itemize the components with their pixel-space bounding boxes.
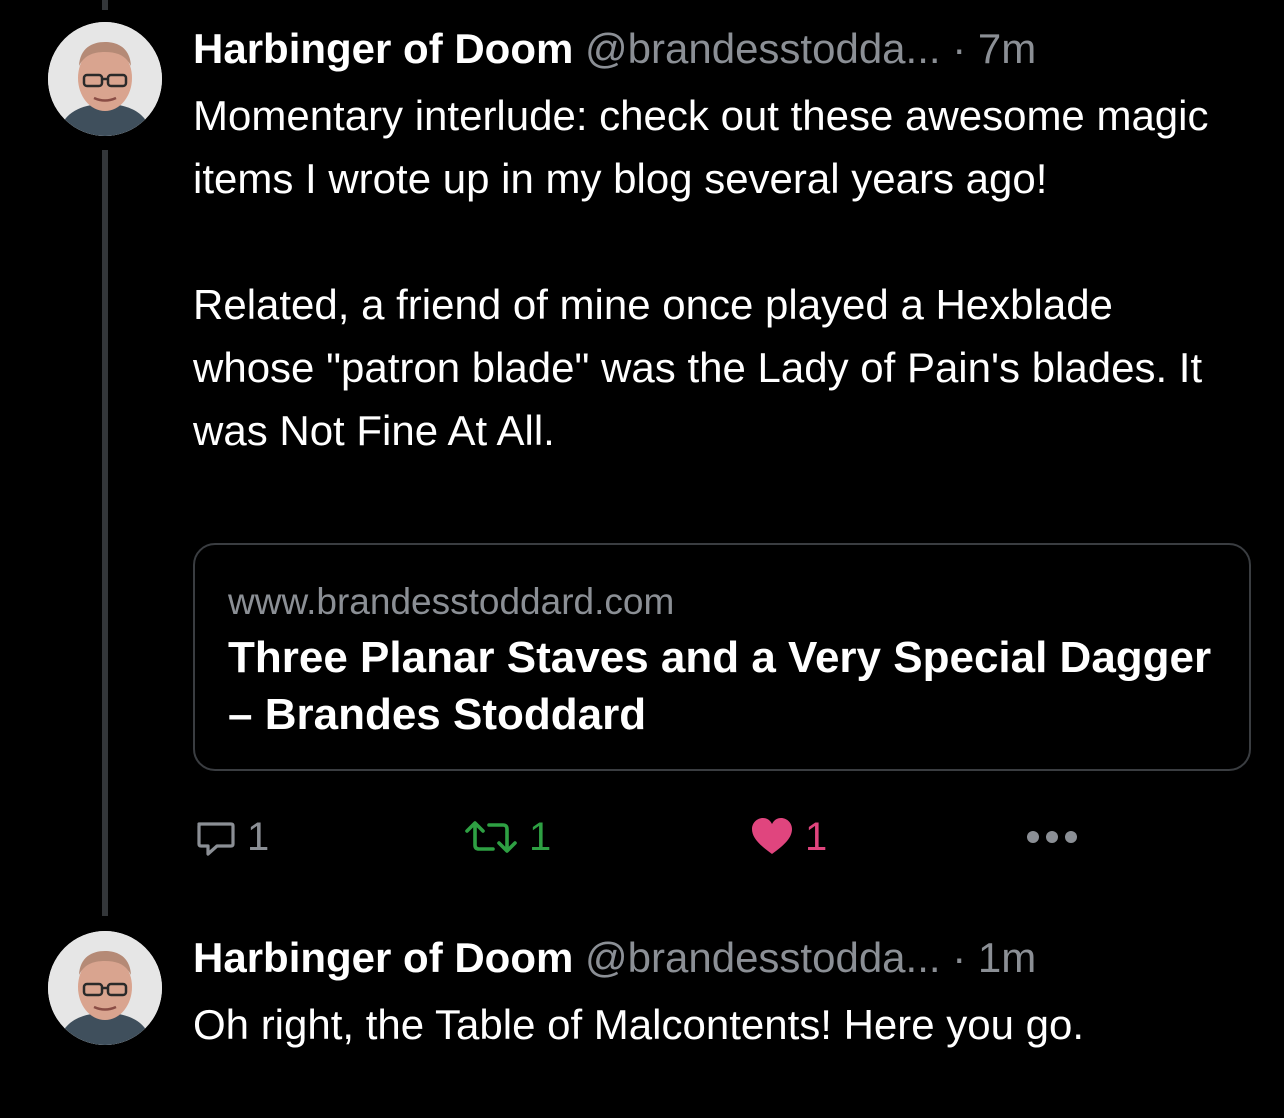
reply-count: 1 — [247, 814, 270, 859]
thread-connector — [102, 150, 108, 916]
avatar[interactable] — [48, 22, 162, 136]
user-portrait-icon — [48, 22, 162, 136]
link-title: Three Planar Staves and a Very Special D… — [228, 633, 1212, 739]
link-domain: www.brandesstoddard.com — [228, 581, 675, 622]
display-name[interactable]: Harbinger of Doom — [193, 25, 573, 72]
separator-dot: · — [952, 25, 967, 72]
heart-icon — [752, 818, 792, 854]
tweet-paragraph: Related, a friend of mine once played a … — [193, 281, 1203, 454]
user-handle[interactable]: @brandesstodda... — [585, 934, 941, 981]
user-handle[interactable]: @brandesstodda... — [585, 25, 941, 72]
tweet-text: Oh right, the Table of Malcontents! Here… — [193, 993, 1233, 1056]
tweet-header: Harbinger of Doom @brandesstodda... · 1m — [193, 931, 1263, 985]
like-button[interactable]: 1 — [749, 812, 827, 862]
timestamp[interactable]: 1m — [978, 934, 1036, 981]
reply-button[interactable]: 1 — [193, 812, 269, 862]
thread-connector-top — [102, 0, 108, 10]
tweet-paragraph: Oh right, the Table of Malcontents! Here… — [193, 1001, 1085, 1048]
tweet-header: Harbinger of Doom @brandesstodda... · 7m — [193, 22, 1263, 76]
more-options-button[interactable] — [1025, 812, 1079, 862]
retweet-count: 1 — [529, 814, 552, 859]
tweet-actions: 1 1 1 — [193, 812, 1193, 862]
tweet-paragraph: Momentary interlude: check out these awe… — [193, 92, 1209, 202]
retweet-icon — [465, 821, 517, 853]
tweet[interactable]: Harbinger of Doom @brandesstodda... · 1m… — [193, 931, 1263, 1056]
thread-view: Harbinger of Doom @brandesstodda... · 7m… — [0, 0, 1284, 1118]
display-name[interactable]: Harbinger of Doom — [193, 934, 573, 981]
more-icon — [1027, 831, 1077, 843]
tweet[interactable]: Harbinger of Doom @brandesstodda... · 7m… — [193, 22, 1263, 859]
timestamp[interactable]: 7m — [978, 25, 1036, 72]
reply-icon — [197, 822, 235, 856]
avatar[interactable] — [48, 931, 162, 1045]
tweet-text: Momentary interlude: check out these awe… — [193, 84, 1233, 462]
link-preview-card[interactable]: www.brandesstoddard.com Three Planar Sta… — [193, 543, 1251, 771]
retweet-button[interactable]: 1 — [463, 812, 551, 862]
like-count: 1 — [805, 814, 828, 859]
separator-dot: · — [952, 934, 967, 981]
user-portrait-icon — [48, 931, 162, 1045]
